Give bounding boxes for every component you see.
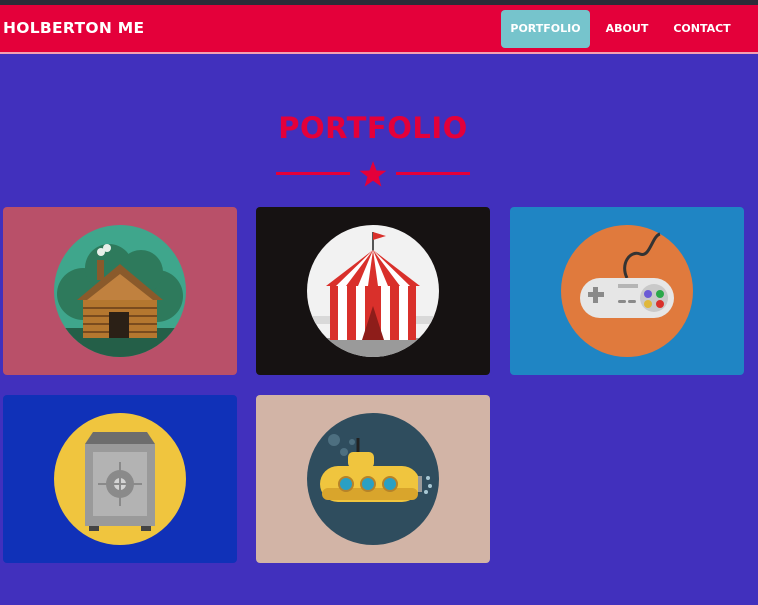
nav-link-portfolio[interactable]: PORTFOLIO — [501, 10, 590, 48]
divider-line-right — [396, 172, 470, 175]
portfolio-item-controller[interactable] — [510, 207, 744, 375]
brand-logo[interactable]: HOLBERTON ME — [3, 5, 144, 52]
game-controller-icon — [561, 225, 693, 357]
portfolio-item-safe[interactable] — [3, 395, 237, 563]
portfolio-title: PORTFOLIO — [278, 111, 468, 145]
portfolio-item-circus[interactable] — [256, 207, 490, 375]
nav-link-about[interactable]: ABOUT — [598, 10, 656, 48]
safe-icon — [54, 413, 186, 545]
log-cabin-icon — [54, 225, 186, 357]
circus-tent-icon — [307, 225, 439, 357]
divider-line-left — [276, 172, 350, 175]
star-icon — [359, 161, 387, 187]
submarine-icon — [307, 413, 439, 545]
portfolio-item-cabin[interactable] — [3, 207, 237, 375]
portfolio-item-submarine[interactable] — [256, 395, 490, 563]
navbar: HOLBERTON ME PORTFOLIO ABOUT CONTACT — [0, 5, 758, 54]
nav-link-contact[interactable]: CONTACT — [664, 10, 740, 48]
